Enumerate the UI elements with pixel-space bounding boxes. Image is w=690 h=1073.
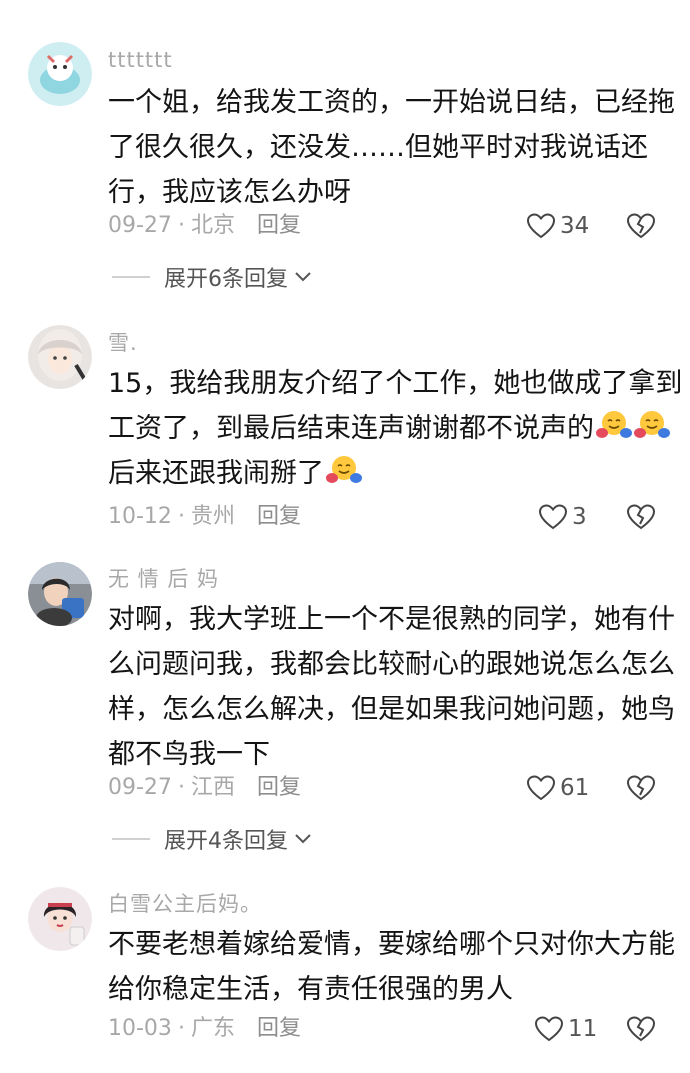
like-count: 11 (568, 1016, 598, 1042)
comment-date: 10-03 (108, 1016, 172, 1041)
like-count: 34 (560, 213, 590, 239)
dislike-button[interactable] (626, 502, 656, 532)
divider (112, 838, 150, 840)
reply-button[interactable]: 回复 (257, 775, 301, 800)
expand-replies-button[interactable]: 展开6条回复 (112, 262, 312, 292)
chevron-down-icon (295, 272, 311, 282)
comment-date: 10-12 (108, 504, 172, 529)
comment-meta: 09-27 · 江西 回复 (108, 775, 301, 800)
heart-outline-icon (534, 1016, 564, 1042)
like-count: 61 (560, 775, 590, 801)
hugging-face-emoji (596, 411, 632, 438)
reply-button[interactable]: 回复 (257, 1016, 301, 1041)
like-button[interactable]: 34 (526, 210, 589, 242)
dislike-button[interactable] (626, 773, 656, 803)
reply-button[interactable]: 回复 (257, 213, 301, 238)
username[interactable]: 雪. (108, 330, 138, 356)
comment-meta: 10-12 · 贵州 回复 (108, 504, 301, 529)
comment-date: 09-27 (108, 775, 172, 800)
comment-text: 15，我给我朋友介绍了个工作，她也做成了拿到 工资了，到最后结束连声谢谢都不说声… (108, 368, 683, 489)
heart-outline-icon (526, 213, 556, 239)
like-count: 3 (572, 504, 587, 530)
reply-button[interactable]: 回复 (257, 504, 301, 529)
comment-location: 北京 (190, 213, 235, 238)
username[interactable]: 白雪公主后妈。 (108, 891, 262, 917)
like-button[interactable]: 11 (534, 1013, 597, 1045)
comment-location: 贵州 (190, 504, 235, 529)
avatar[interactable] (28, 42, 92, 106)
like-button[interactable]: 61 (526, 772, 589, 804)
dislike-button[interactable] (626, 211, 656, 241)
broken-heart-icon (626, 504, 656, 530)
avatar[interactable] (28, 562, 92, 626)
comment-meta: 09-27 · 北京 回复 (108, 213, 301, 238)
broken-heart-icon (626, 213, 656, 239)
username[interactable]: ttttttt (108, 47, 173, 73)
broken-heart-icon (626, 775, 656, 801)
username[interactable]: 无 情 后 妈 (108, 566, 219, 592)
broken-heart-icon (626, 1016, 656, 1042)
comment-text: 一个姐，给我发工资的，一开始说日结，已经拖 了很久很久，还没发……但她平时对我说… (108, 87, 675, 208)
comment-text: 不要老想着嫁给爱情，要嫁给哪个只对你大方能 给你稳定生活，有责任很强的男人 (108, 929, 675, 1005)
hugging-face-emoji (634, 411, 670, 438)
avatar[interactable] (28, 325, 92, 389)
comment-text: 对啊，我大学班上一个不是很熟的同学，她有什 么问题问我，我都会比较耐心的跟她说怎… (108, 604, 675, 770)
comment-location: 江西 (190, 775, 235, 800)
divider (112, 276, 150, 278)
comment-date: 09-27 (108, 213, 172, 238)
heart-outline-icon (526, 775, 556, 801)
chevron-down-icon (295, 834, 311, 844)
comment-meta: 10-03 · 广东 回复 (108, 1016, 301, 1041)
hugging-face-emoji (326, 456, 362, 483)
comment-location: 广东 (190, 1016, 235, 1041)
avatar[interactable] (28, 887, 92, 951)
heart-outline-icon (538, 504, 568, 530)
like-button[interactable]: 3 (538, 501, 587, 533)
expand-replies-button[interactable]: 展开4条回复 (112, 824, 312, 854)
dislike-button[interactable] (626, 1014, 656, 1044)
